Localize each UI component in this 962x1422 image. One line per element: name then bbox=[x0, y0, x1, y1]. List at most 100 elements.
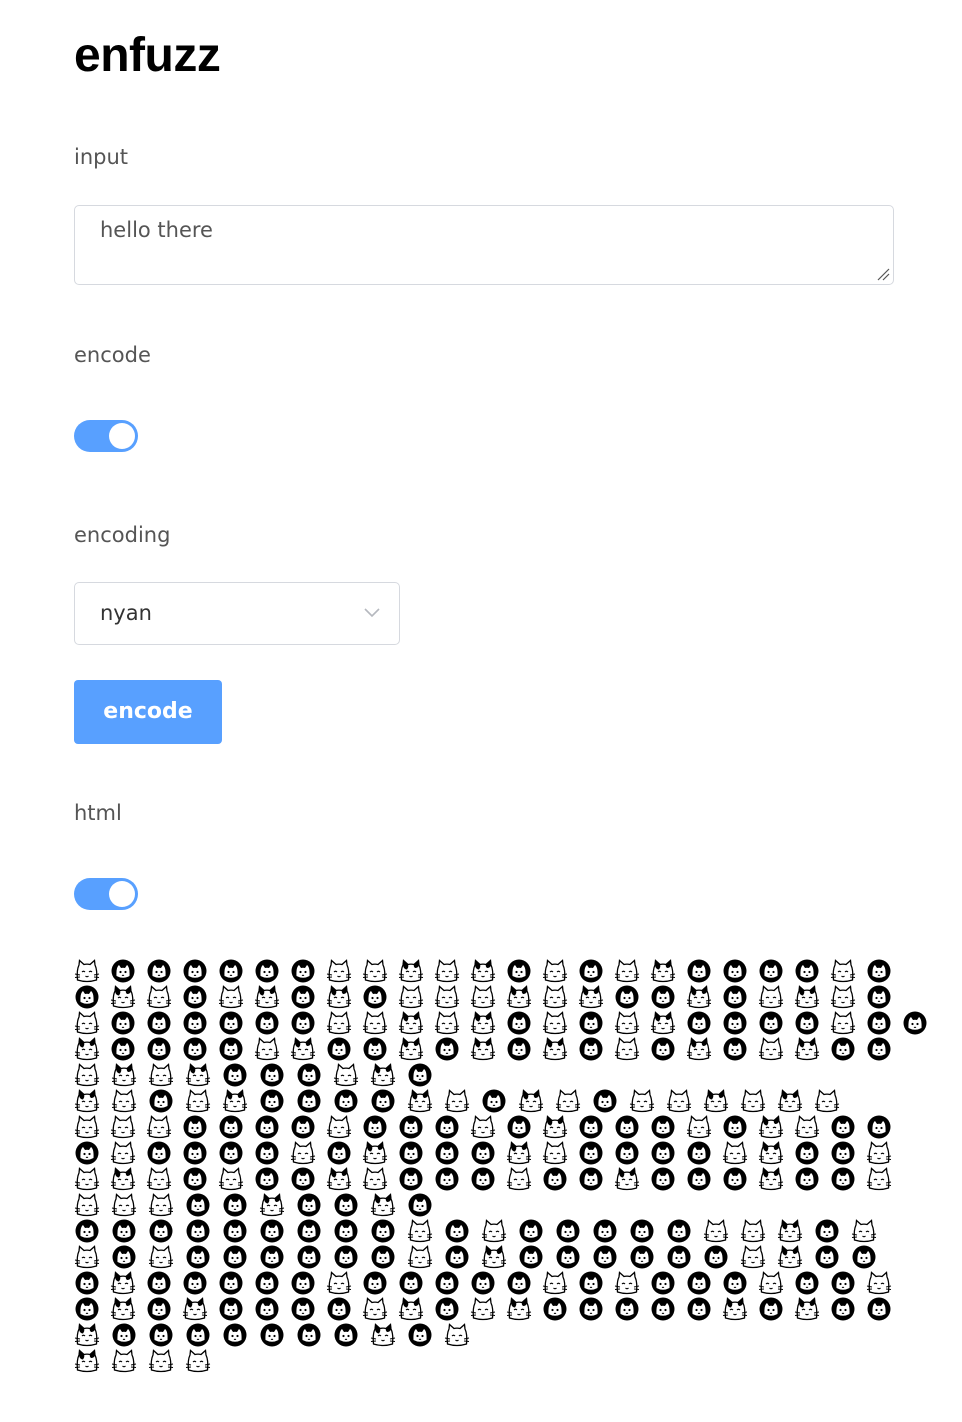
cat-face-icon bbox=[290, 958, 316, 984]
cat-face-icon bbox=[481, 1088, 508, 1114]
cat-face-icon bbox=[362, 984, 388, 1010]
cat-face-icon bbox=[110, 1140, 136, 1166]
encode-label: encode bbox=[74, 343, 151, 367]
cat-face-icon bbox=[866, 1296, 892, 1322]
cat-face-icon bbox=[74, 1114, 100, 1140]
cat-face-icon bbox=[254, 1296, 280, 1322]
cat-face-icon bbox=[830, 1036, 856, 1062]
cat-face-icon bbox=[254, 984, 280, 1010]
cat-face-icon bbox=[758, 958, 784, 984]
encoding-selected-value: nyan bbox=[100, 601, 152, 625]
cat-face-icon bbox=[555, 1218, 582, 1244]
cat-face-icon bbox=[434, 1010, 460, 1036]
cat-face-icon bbox=[686, 1296, 712, 1322]
cat-face-icon bbox=[481, 1218, 508, 1244]
cat-face-icon bbox=[614, 1010, 640, 1036]
cat-face-icon bbox=[686, 958, 712, 984]
cat-face-icon bbox=[830, 1296, 856, 1322]
cat-face-icon bbox=[578, 1010, 604, 1036]
cat-face-icon bbox=[370, 1192, 397, 1218]
cat-face-icon bbox=[296, 1322, 323, 1348]
cat-face-icon bbox=[758, 1296, 784, 1322]
cat-face-icon bbox=[830, 1114, 856, 1140]
cat-face-icon bbox=[222, 1244, 249, 1270]
cat-face-icon bbox=[434, 1140, 460, 1166]
cat-face-icon bbox=[578, 984, 604, 1010]
cat-face-icon bbox=[506, 1010, 532, 1036]
cat-face-icon bbox=[148, 1062, 175, 1088]
cat-face-icon bbox=[703, 1218, 730, 1244]
output-line bbox=[74, 1062, 894, 1088]
cat-face-icon bbox=[146, 1010, 172, 1036]
cat-face-icon bbox=[254, 1140, 280, 1166]
cat-face-icon bbox=[481, 1244, 508, 1270]
cat-face-icon bbox=[794, 1166, 820, 1192]
cat-face-icon bbox=[362, 1140, 388, 1166]
cat-face-icon bbox=[407, 1062, 434, 1088]
cat-face-icon bbox=[185, 1062, 212, 1088]
cat-face-icon bbox=[398, 1010, 424, 1036]
cat-face-icon bbox=[794, 958, 820, 984]
cat-face-icon bbox=[254, 1010, 280, 1036]
cat-face-icon bbox=[758, 1166, 784, 1192]
cat-face-icon bbox=[650, 1270, 676, 1296]
cat-face-icon bbox=[470, 1114, 496, 1140]
cat-face-icon bbox=[650, 1166, 676, 1192]
cat-face-icon bbox=[259, 1244, 286, 1270]
cat-face-icon bbox=[470, 1296, 496, 1322]
cat-face-icon bbox=[666, 1218, 693, 1244]
cat-face-icon bbox=[650, 984, 676, 1010]
cat-face-icon bbox=[254, 1270, 280, 1296]
cat-face-icon bbox=[629, 1218, 656, 1244]
cat-face-icon bbox=[398, 1270, 424, 1296]
cat-face-icon bbox=[110, 1114, 136, 1140]
cat-face-icon bbox=[722, 984, 748, 1010]
cat-face-icon bbox=[218, 958, 244, 984]
cat-face-icon bbox=[614, 1270, 640, 1296]
cat-face-icon bbox=[830, 1270, 856, 1296]
encode-button[interactable]: encode bbox=[74, 680, 222, 744]
cat-face-icon bbox=[182, 1166, 208, 1192]
encoding-select[interactable]: nyan bbox=[74, 582, 400, 645]
cat-face-icon bbox=[650, 1140, 676, 1166]
cat-face-icon bbox=[650, 1036, 676, 1062]
resize-grip-icon[interactable] bbox=[876, 267, 890, 281]
cat-face-icon bbox=[254, 958, 280, 984]
cat-face-icon bbox=[110, 958, 136, 984]
cat-face-icon bbox=[74, 1348, 101, 1374]
cat-face-icon bbox=[542, 958, 568, 984]
encode-toggle[interactable] bbox=[74, 420, 138, 452]
cat-face-icon bbox=[444, 1322, 471, 1348]
cat-face-icon bbox=[326, 1270, 352, 1296]
html-toggle[interactable] bbox=[74, 878, 138, 910]
cat-face-icon bbox=[333, 1322, 360, 1348]
output-line bbox=[74, 958, 894, 984]
cat-face-icon bbox=[182, 1140, 208, 1166]
cat-face-icon bbox=[814, 1218, 841, 1244]
cat-face-icon bbox=[74, 1140, 100, 1166]
cat-face-icon bbox=[506, 958, 532, 984]
encoding-label: encoding bbox=[74, 523, 171, 547]
cat-face-icon bbox=[555, 1244, 582, 1270]
cat-face-icon bbox=[146, 1270, 172, 1296]
cat-face-icon bbox=[110, 1036, 136, 1062]
cat-face-icon bbox=[830, 984, 856, 1010]
cat-face-icon bbox=[866, 1166, 892, 1192]
cat-face-icon bbox=[111, 1192, 138, 1218]
cat-face-icon bbox=[333, 1218, 360, 1244]
toggle-knob bbox=[109, 423, 135, 449]
cat-face-icon bbox=[794, 1140, 820, 1166]
cat-face-icon bbox=[74, 984, 100, 1010]
cat-face-icon bbox=[111, 1322, 138, 1348]
input-textarea[interactable]: hello there bbox=[74, 205, 894, 285]
cat-face-icon bbox=[686, 1270, 712, 1296]
cat-face-icon bbox=[470, 984, 496, 1010]
cat-face-icon bbox=[470, 958, 496, 984]
cat-face-icon bbox=[74, 1218, 101, 1244]
cat-face-icon bbox=[290, 1010, 316, 1036]
cat-face-icon bbox=[703, 1244, 730, 1270]
cat-face-icon bbox=[182, 984, 208, 1010]
cat-face-icon bbox=[182, 1010, 208, 1036]
cat-face-icon bbox=[542, 984, 568, 1010]
cat-face-icon bbox=[146, 1166, 172, 1192]
